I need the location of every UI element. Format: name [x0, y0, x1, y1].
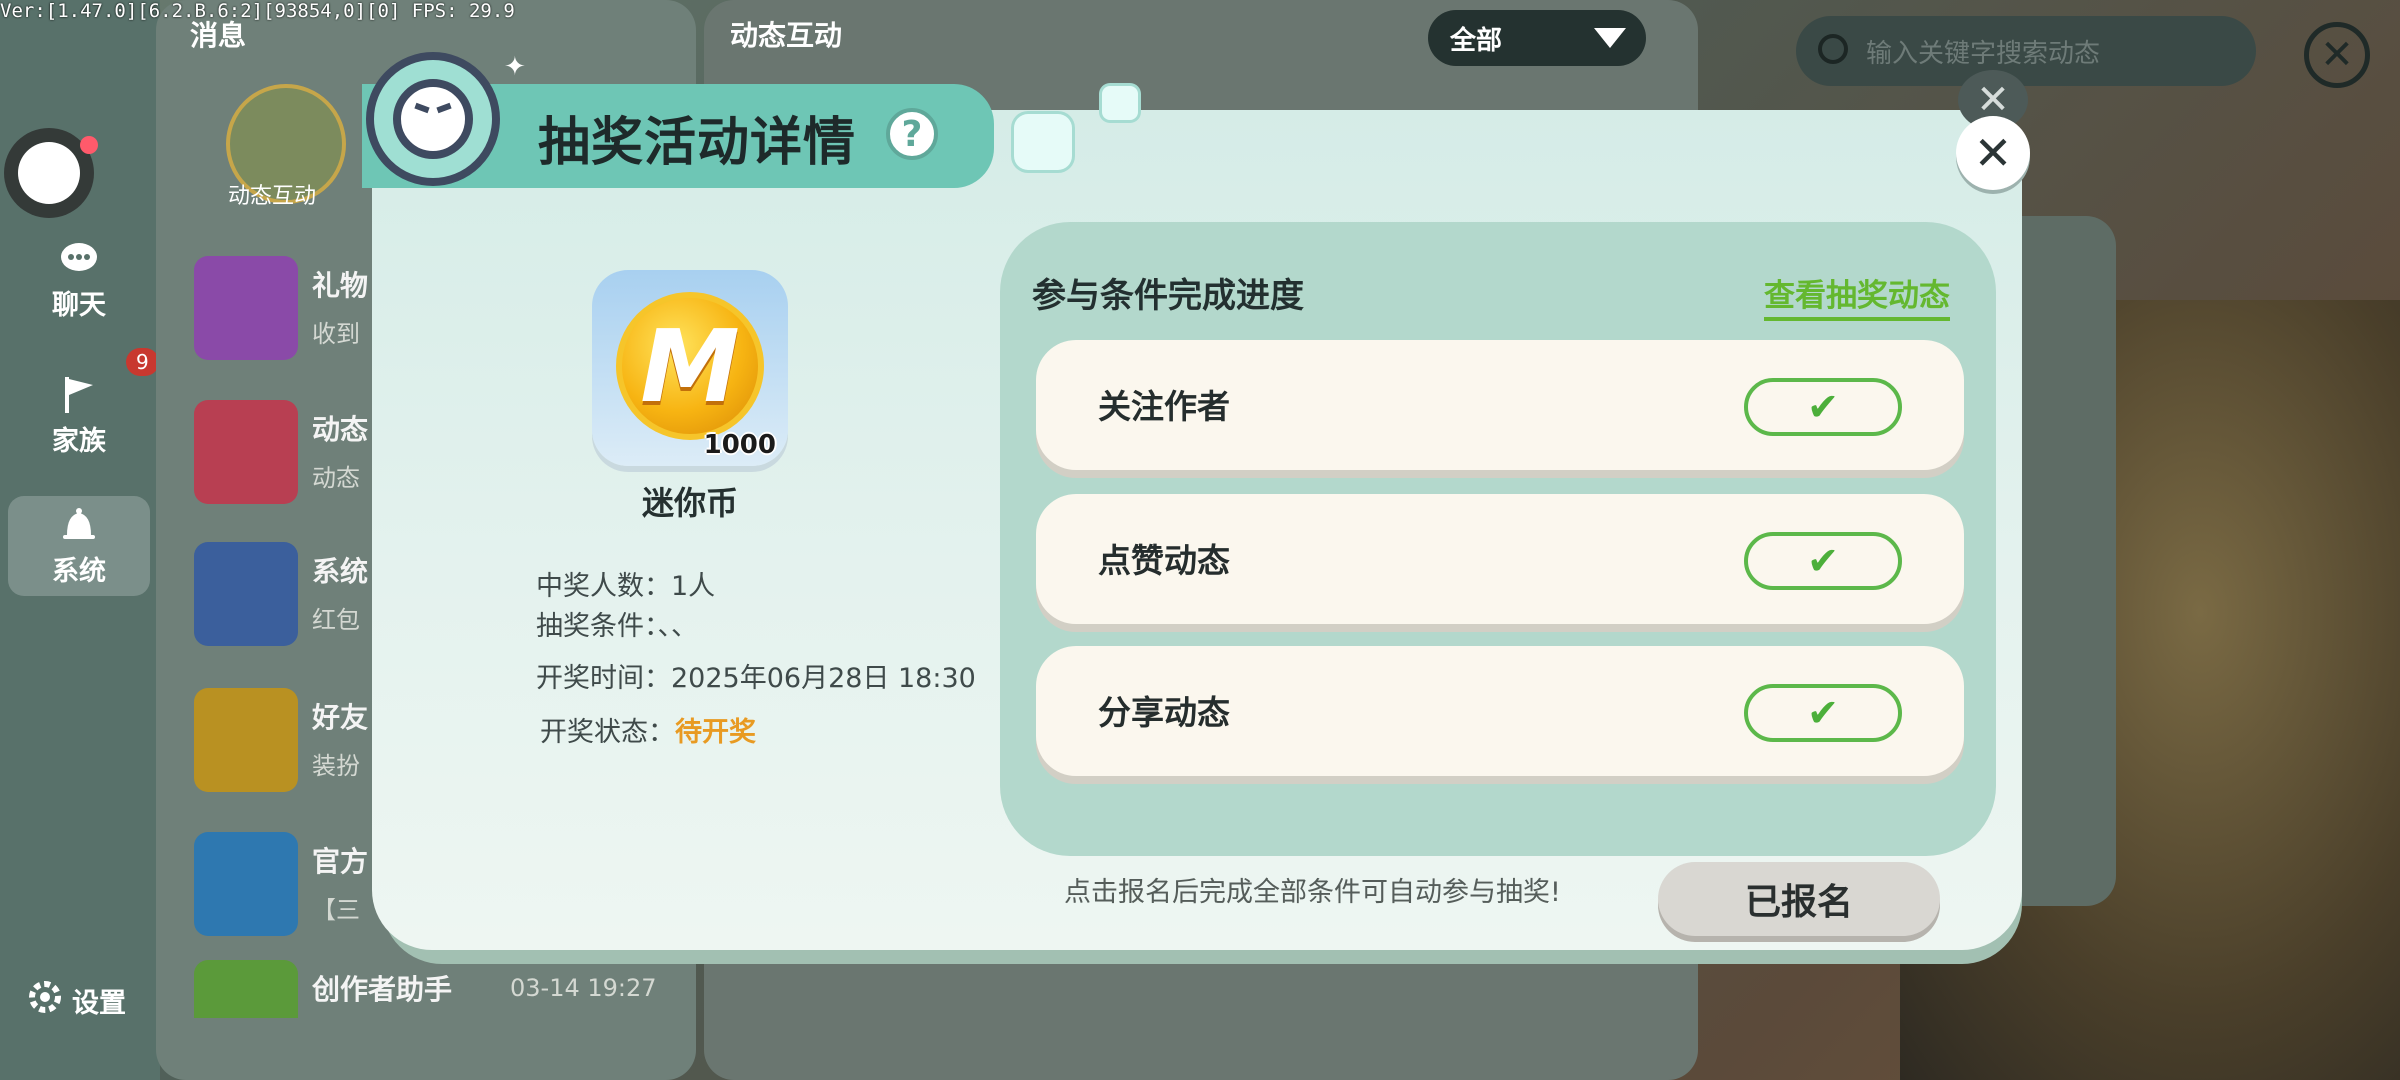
notification-dot: [80, 136, 98, 154]
list-item-title: 创作者助手: [312, 973, 453, 1006]
friend-icon: [194, 688, 298, 792]
help-question-icon[interactable]: ?: [886, 108, 938, 160]
rail-item-chat[interactable]: 聊天: [8, 230, 150, 330]
condition-row: 分享动态 ✔: [1036, 646, 1964, 776]
list-item-preview: 收到: [312, 320, 360, 348]
list-item-time: 03-14 19:27: [510, 974, 657, 1002]
draw-time-value: 2025年06月28日 18:30: [671, 663, 976, 694]
sparkle-icon: ✦: [504, 52, 526, 82]
mini-coin-icon: M: [616, 292, 764, 440]
coin-letter: M: [640, 307, 740, 425]
rail-item-family[interactable]: 家族: [8, 366, 150, 466]
signup-hint: 点击报名后完成全部条件可自动参与抽奖!: [1064, 877, 1561, 908]
prize-name: 迷你币: [641, 484, 738, 522]
list-item-title: 动态: [312, 413, 369, 446]
list-item-title: 系统: [312, 555, 369, 588]
search-icon: [1818, 34, 1848, 64]
status-label: 开奖状态：: [540, 717, 675, 748]
conditions-info: 抽奖条件：、、: [536, 604, 698, 643]
conditions-label: 抽奖条件：: [536, 611, 658, 642]
winners-info: 中奖人数：1人: [536, 564, 715, 603]
list-item-preview: 【三: [312, 896, 360, 924]
list-item-preview: 装扮: [312, 752, 360, 780]
conditions-value: 、、: [657, 611, 699, 642]
dynamic-tab-label: 动态互动: [228, 184, 317, 209]
gear-icon: [26, 978, 64, 1023]
checkmark-icon: ✔: [1744, 378, 1902, 436]
family-count-badge: 9: [126, 348, 159, 376]
search-placeholder: 输入关键字搜索动态: [1866, 38, 2101, 69]
chat-bubble-icon: [57, 239, 101, 279]
banner-decoration: [1014, 114, 1072, 170]
condition-label: 关注作者: [1098, 387, 1230, 426]
modal-title: 抽奖活动详情: [538, 113, 857, 173]
progress-title: 参与条件完成进度: [1032, 276, 1304, 316]
mascot-avatar-icon: [366, 52, 500, 186]
prize-card: M 1000: [592, 270, 788, 466]
chevron-down-icon: [1594, 28, 1626, 48]
checkmark-icon: ✔: [1744, 532, 1902, 590]
list-item[interactable]: 创作者助手 03-14 19:27: [194, 960, 674, 1018]
modal-close-button[interactable]: ✕: [1956, 116, 2030, 190]
condition-label: 分享动态: [1098, 693, 1230, 732]
status-info: 开奖状态：待开奖: [540, 710, 756, 749]
draw-time-info: 开奖时间：2025年06月28日 18:30: [536, 656, 976, 695]
banner-decoration: [1102, 86, 1138, 120]
condition-row: 点赞动态 ✔: [1036, 494, 1964, 624]
close-icon: ✕: [1973, 126, 2013, 180]
signed-up-button[interactable]: 已报名: [1658, 862, 1940, 936]
rail-item-label: 聊天: [52, 289, 106, 321]
gift-icon: [194, 256, 298, 360]
condition-label: 点赞动态: [1098, 541, 1230, 580]
rail-item-system[interactable]: 系统: [8, 496, 150, 596]
draw-time-label: 开奖时间：: [536, 663, 671, 694]
floating-assist-ball[interactable]: [18, 142, 80, 204]
mail-icon: [194, 832, 298, 936]
feed-panel-title: 动态互动: [730, 19, 843, 52]
bookmark-icon: [194, 400, 298, 504]
filter-value: 全部: [1450, 25, 1503, 56]
handshake-icon: [194, 960, 298, 1018]
mascot-face: [393, 79, 473, 159]
winners-value: 1人: [671, 571, 716, 602]
rail-item-label: 系统: [52, 555, 106, 587]
lottery-detail-modal: ✕ ✦ 抽奖活动详情 ? ✕ M 1000 迷你币 中奖人数：1人 抽奖条件：、…: [362, 52, 2030, 964]
debug-version-text: Ver:[1.47.0][6.2.B.6:2][93854,0][0] FPS:…: [0, 0, 515, 22]
close-icon[interactable]: ✕: [2304, 22, 2370, 88]
gear-icon: [194, 542, 298, 646]
view-lottery-feed-link[interactable]: 查看抽奖动态: [1764, 270, 1950, 321]
list-item-title: 官方: [312, 845, 369, 878]
winners-label: 中奖人数：: [536, 571, 671, 602]
search-input[interactable]: 输入关键字搜索动态: [1796, 16, 2256, 86]
condition-row: 关注作者 ✔: [1036, 340, 1964, 470]
checkmark-icon: ✔: [1744, 684, 1902, 742]
status-value: 待开奖: [675, 717, 756, 748]
settings-label: 设置: [72, 988, 126, 1019]
rail-item-label: 家族: [52, 425, 106, 457]
list-item-preview: 红包: [312, 606, 360, 634]
list-item-title: 好友: [312, 701, 369, 734]
list-item-title: 礼物: [312, 269, 369, 302]
flag-icon: [57, 375, 101, 415]
list-item-preview: 动态: [312, 464, 360, 492]
settings-button[interactable]: 设置: [26, 978, 126, 1023]
bell-icon: [57, 505, 101, 545]
filter-dropdown[interactable]: 全部: [1428, 10, 1646, 66]
prize-quantity: 1000: [703, 430, 776, 460]
